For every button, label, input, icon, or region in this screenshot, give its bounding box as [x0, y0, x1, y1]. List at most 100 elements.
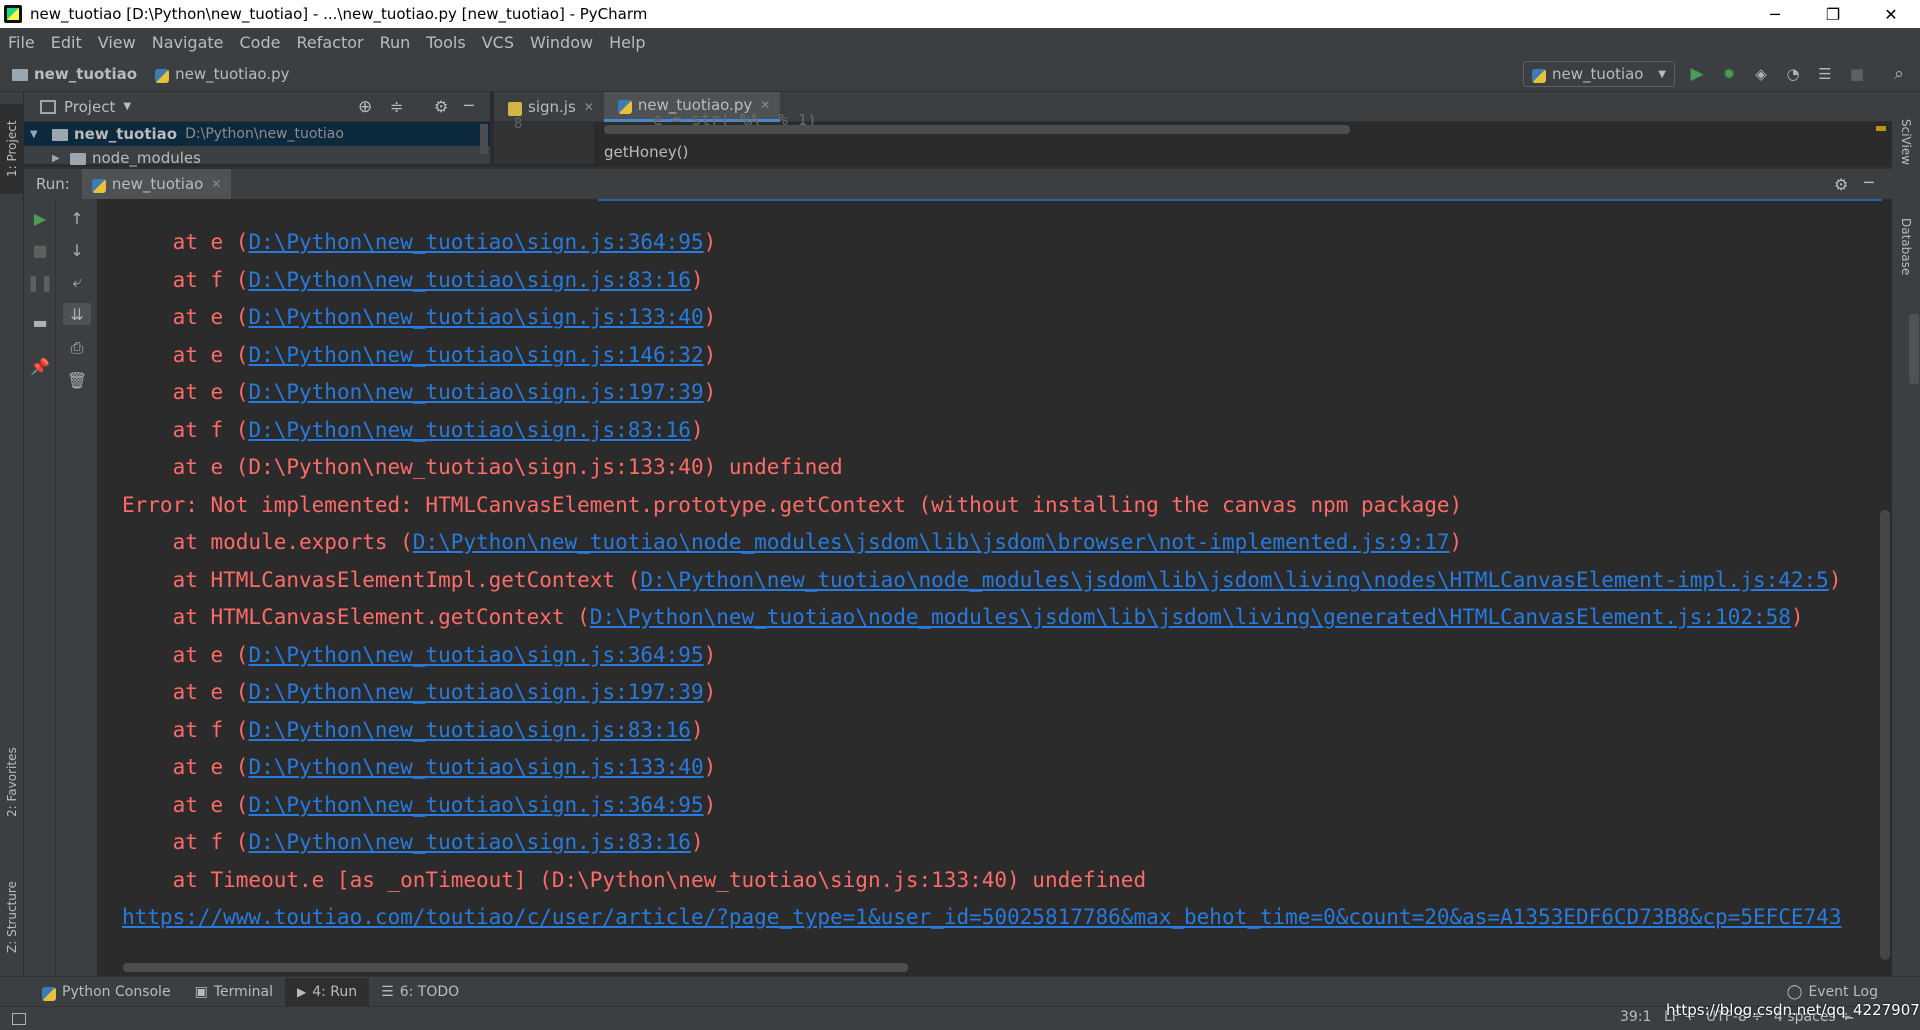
menu-view[interactable]: View — [90, 28, 144, 56]
database-tool-tab[interactable]: Database — [1896, 202, 1916, 292]
rerun-icon[interactable]: ▶ — [26, 207, 54, 229]
console-link[interactable]: D:\Python\new_tuotiao\sign.js:83:16 — [248, 830, 691, 854]
close-icon[interactable]: ✕ — [760, 98, 770, 112]
minimize-button[interactable]: ─ — [1746, 0, 1804, 28]
stop-icon[interactable]: ■ — [26, 239, 54, 261]
run-configuration-select[interactable]: new_tuotiao ▼ — [1523, 61, 1675, 87]
breadcrumb-file[interactable]: new_tuotiao.py — [175, 65, 289, 83]
breadcrumb-project[interactable]: new_tuotiao — [34, 65, 137, 83]
console-output[interactable]: at e (D:\Python\new_tuotiao\sign.js:364:… — [98, 199, 1882, 976]
console-link[interactable]: D:\Python\new_tuotiao\sign.js:197:39 — [248, 380, 703, 404]
console-link[interactable]: D:\Python\new_tuotiao\sign.js:146:32 — [248, 343, 703, 367]
tree-item-label: node_modules — [92, 149, 201, 167]
gear-icon[interactable]: ⚙ — [434, 97, 448, 116]
layout-icon[interactable]: ▬ — [26, 311, 54, 333]
console-link[interactable]: D:\Python\new_tuotiao\sign.js:133:40 — [248, 755, 703, 779]
close-icon[interactable]: ✕ — [211, 177, 221, 191]
collapse-all-icon[interactable]: ≑ — [390, 97, 403, 116]
chevron-down-icon[interactable]: ▼ — [123, 101, 131, 112]
console-link[interactable]: https://www.toutiao.com/toutiao/c/user/a… — [122, 905, 1841, 929]
profile-icon[interactable]: ◔ — [1784, 65, 1802, 83]
sciview-tool-tab[interactable]: SciView — [1896, 102, 1916, 182]
project-panel-title[interactable]: Project — [64, 98, 115, 116]
tab-run[interactable]: ▶ 4: Run — [284, 977, 370, 1006]
console-vscrollbar[interactable] — [1880, 510, 1890, 960]
console-text: ) — [690, 717, 704, 742]
menu-refactor[interactable]: Refactor — [288, 28, 371, 56]
menu-help[interactable]: Help — [601, 28, 653, 56]
project-panel-header: Project ▼ ⊕ ≑ ⚙ ─ — [24, 92, 490, 122]
favorites-tool-tab[interactable]: 2: Favorites — [0, 732, 24, 832]
console-line: at f (D:\Python\new_tuotiao\sign.js:83:1… — [122, 717, 704, 743]
tab-todo[interactable]: ☰ 6: TODO — [369, 978, 471, 1006]
close-button[interactable]: ✕ — [1862, 0, 1920, 28]
debug-icon[interactable]: ✹ — [1720, 65, 1738, 83]
stop-icon[interactable]: ■ — [1848, 65, 1866, 83]
console-link[interactable]: D:\Python\new_tuotiao\sign.js:83:16 — [248, 268, 691, 292]
hide-icon[interactable]: ─ — [1864, 173, 1874, 192]
console-text: ) — [1790, 605, 1804, 629]
console-hscrollbar[interactable] — [123, 963, 908, 972]
menu-code[interactable]: Code — [232, 28, 289, 56]
locate-icon[interactable]: ⊕ — [358, 97, 372, 117]
python-console-icon — [42, 986, 56, 1001]
menu-file[interactable]: File — [0, 28, 43, 56]
pause-icon[interactable]: ❚❚ — [26, 271, 54, 293]
console-link[interactable]: D:\Python\new_tuotiao\sign.js:83:16 — [248, 718, 691, 742]
soft-wrap-icon[interactable]: ⤶ — [63, 271, 91, 293]
tree-root[interactable]: ▼ new_tuotiao D:\Python\new_tuotiao — [24, 122, 490, 146]
menu-vcs[interactable]: VCS — [474, 28, 522, 56]
tool-window-toggle-icon[interactable] — [12, 1012, 26, 1025]
collapse-arrow-icon[interactable]: ▶ — [52, 153, 66, 164]
menu-navigate[interactable]: Navigate — [144, 28, 232, 56]
run-tab[interactable]: new_tuotiao ✕ — [81, 169, 232, 199]
caret-position[interactable]: 39:1 — [1620, 1009, 1651, 1025]
console-link[interactable]: D:\Python\new_tuotiao\sign.js:133:40 — [248, 305, 703, 329]
expand-arrow-icon[interactable]: ▼ — [30, 129, 44, 140]
gear-icon[interactable]: ⚙ — [1834, 175, 1848, 194]
left-tool-stripe: 1: Project 2: Favorites Z: Structure — [0, 92, 24, 976]
console-link[interactable]: D:\Python\new_tuotiao\sign.js:364:95 — [248, 793, 703, 817]
editor-hscrollbar[interactable] — [604, 125, 1350, 134]
hide-icon[interactable]: ─ — [464, 96, 474, 115]
run-icon[interactable]: ▶ — [1688, 64, 1706, 84]
console-link[interactable]: D:\Python\new_tuotiao\sign.js:364:95 — [248, 643, 703, 667]
concurrency-icon[interactable]: ☰ — [1816, 65, 1834, 83]
project-tool-tab[interactable]: 1: Project — [0, 104, 24, 194]
tree-scrollbar[interactable] — [480, 124, 488, 154]
print-icon[interactable]: ⎙ — [63, 337, 91, 359]
console-text: ) — [703, 642, 717, 667]
console-link[interactable]: D:\Python\new_tuotiao\sign.js:83:16 — [248, 418, 691, 442]
restore-button[interactable]: ❐ — [1804, 0, 1862, 28]
console-link[interactable]: D:\Python\new_tuotiao\node_modules\jsdom… — [640, 568, 1828, 592]
console-line: at e (D:\Python\new_tuotiao\sign.js:364:… — [122, 792, 717, 818]
tab-sign-js[interactable]: sign.js ✕ — [494, 92, 604, 122]
console-link[interactable]: D:\Python\new_tuotiao\sign.js:364:95 — [248, 230, 703, 254]
structure-tool-tab[interactable]: Z: Structure — [0, 862, 24, 972]
search-icon[interactable]: ⌕ — [1890, 64, 1908, 84]
close-icon[interactable]: ✕ — [584, 100, 594, 114]
console-link[interactable]: D:\Python\new_tuotiao\sign.js:197:39 — [248, 680, 703, 704]
arrow-up-icon[interactable]: ↑ — [63, 207, 91, 229]
console-link[interactable]: D:\Python\new_tuotiao\node_modules\jsdom… — [413, 530, 1450, 554]
trash-icon[interactable]: 🗑 — [63, 369, 91, 391]
console-link[interactable]: D:\Python\new_tuotiao\node_modules\jsdom… — [590, 605, 1791, 629]
console-text: Error: Not implemented: HTMLCanvasElemen… — [122, 492, 1463, 517]
console-line: at e (D:\Python\new_tuotiao\sign.js:364:… — [122, 229, 717, 255]
project-view-icon — [40, 99, 56, 114]
coverage-icon[interactable]: ◈ — [1752, 65, 1770, 83]
title-bar: new_tuotiao [D:\Python\new_tuotiao] - ..… — [0, 0, 1920, 28]
tab-python-console[interactable]: Python Console — [30, 978, 183, 1006]
scroll-to-end-icon[interactable]: ⇊ — [63, 303, 91, 325]
tab-terminal[interactable]: ▣ Terminal — [183, 978, 285, 1006]
editor-breadcrumb[interactable]: getHoney() — [604, 143, 688, 161]
menu-window[interactable]: Window — [522, 28, 601, 56]
folder-icon — [52, 129, 68, 141]
bottom-tool-bar: Python Console ▣ Terminal ▶ 4: Run ☰ 6: … — [0, 976, 1920, 1006]
pin-icon[interactable]: 📌 — [26, 355, 54, 377]
event-log-icon: ◯ — [1786, 983, 1803, 1000]
menu-tools[interactable]: Tools — [418, 28, 473, 56]
menu-run[interactable]: Run — [372, 28, 419, 56]
arrow-down-icon[interactable]: ↓ — [63, 239, 91, 261]
menu-edit[interactable]: Edit — [43, 28, 90, 56]
